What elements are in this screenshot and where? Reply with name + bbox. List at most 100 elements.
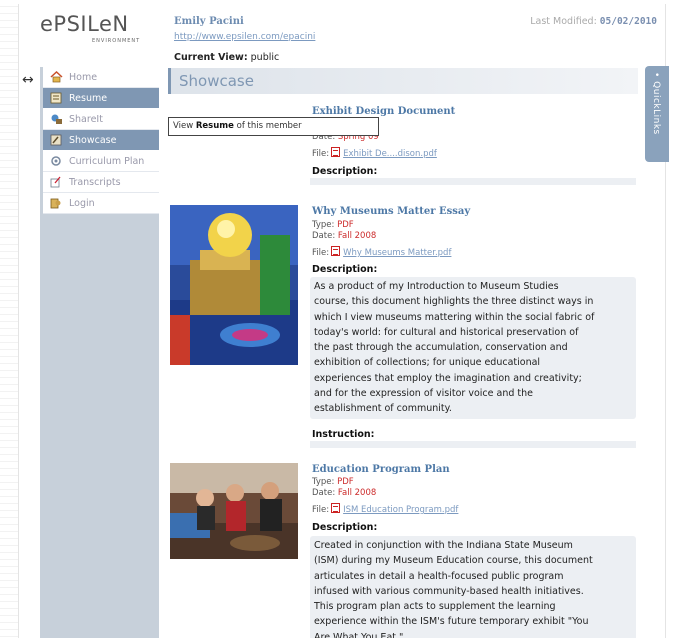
description-line: Are What You Eat." — [314, 631, 404, 638]
section-title: Showcase — [179, 72, 254, 90]
sidebar-item-label: Home — [69, 71, 98, 83]
sidebar-item-showcase[interactable]: Showcase — [43, 130, 159, 151]
file-label: File: — [312, 505, 330, 515]
tooltip-bold: Resume — [195, 121, 234, 131]
description-line: This program plan acts to supplement the… — [314, 601, 556, 613]
sidebar-item-resume[interactable]: Resume — [43, 88, 159, 109]
transcripts-icon — [49, 175, 63, 189]
sidebar-item-label: Curriculum Plan — [69, 155, 145, 167]
item-type: Type: PDF — [312, 477, 458, 488]
current-view-value: public — [250, 52, 280, 63]
logo-subtitle: ENVIRONMENT — [92, 38, 141, 44]
item-file: File: Why Museums Matter.pdf — [312, 246, 451, 259]
pdf-icon — [331, 246, 341, 256]
curriculum-icon — [49, 154, 63, 168]
description-line: which I view museums mattering within th… — [314, 311, 595, 323]
logo-wordmark: ePSILeN — [40, 12, 129, 36]
file-label: File: — [312, 248, 330, 258]
item-title-exhibit-design[interactable]: Exhibit Design Document — [312, 106, 455, 117]
description-line: today's world: for cultural and historic… — [314, 326, 579, 338]
date-value: Fall 2008 — [337, 231, 377, 241]
description-line: exhibition of collections; for unique ed… — [314, 357, 541, 369]
quicklinks-label: • QuickLinks — [651, 72, 661, 135]
sidebar-nav: Home Resume ShareIt Showcase Curriculum … — [43, 67, 159, 214]
item-title-why-museums[interactable]: Why Museums Matter Essay — [312, 206, 470, 217]
type-value: PDF — [337, 220, 354, 230]
type-label: Type: — [312, 220, 335, 230]
date-value: Fall 2008 — [337, 488, 377, 498]
date-label: Date: — [312, 488, 336, 498]
description-box-empty — [310, 178, 636, 185]
description-line: articulates in detail a health-focused p… — [314, 570, 564, 582]
sidebar-item-shareit[interactable]: ShareIt — [43, 109, 159, 130]
sidebar-item-label: Transcripts — [69, 176, 121, 188]
sidebar-item-transcripts[interactable]: Transcripts — [43, 172, 159, 193]
last-modified-label: Last Modified: — [530, 16, 597, 27]
sidebar-item-curriculum-plan[interactable]: Curriculum Plan — [43, 151, 159, 172]
showcase-icon — [49, 133, 63, 147]
resume-tooltip: View Resume of this member — [168, 117, 379, 136]
item-meta: Type: PDF Date: Fall 2008 File: ISM Educa… — [312, 477, 458, 516]
item-meta: Date: Spring 09 File: Exhibit De....dison… — [312, 132, 437, 160]
page: ePSILeN ENVIRONMENT Emily Pacini http://… — [0, 0, 675, 638]
last-modified-value: 05/02/2010 — [599, 16, 657, 27]
epsilen-logo[interactable]: ePSILeN ENVIRONMENT — [40, 12, 160, 46]
sidebar-item-label: Showcase — [69, 134, 117, 146]
last-modified: Last Modified: 05/02/2010 — [530, 16, 657, 27]
description-line: course, this document highlights the thr… — [314, 296, 594, 308]
current-view-label: Current View: — [174, 52, 248, 63]
sidebar-item-login[interactable]: Login — [43, 193, 159, 214]
description-line: establishment of community. — [314, 403, 452, 415]
current-view: Current View: public — [174, 52, 279, 63]
instruction-label: Instruction: — [312, 429, 375, 440]
sidebar-item-label: Resume — [69, 92, 108, 104]
file-link[interactable]: Exhibit De....dison.pdf — [343, 149, 437, 159]
description-label: Description: — [312, 264, 378, 275]
description-label: Description: — [312, 522, 378, 533]
description-line: experience within the ISM's future tempo… — [314, 616, 589, 628]
instruction-box-empty — [310, 441, 636, 448]
item-date: Date: Fall 2008 — [312, 231, 451, 242]
owner-name: Emily Pacini — [174, 16, 244, 27]
login-icon — [49, 196, 63, 210]
home-icon — [49, 70, 63, 84]
description-line: As a product of my Introduction to Museu… — [314, 281, 559, 292]
pdf-icon — [331, 147, 341, 157]
date-label: Date: — [312, 231, 336, 241]
owner-url-link[interactable]: http://www.epsilen.com/epacini — [174, 32, 315, 42]
description-line: the past through the accumulation, conse… — [314, 342, 568, 354]
item-meta: Type: PDF Date: Fall 2008 File: Why Museu… — [312, 220, 451, 259]
description-line: Created in conjunction with the Indiana … — [314, 540, 573, 551]
file-link[interactable]: Why Museums Matter.pdf — [343, 248, 451, 258]
item-file: File: ISM Education Program.pdf — [312, 503, 458, 516]
tooltip-suffix: of this member — [236, 121, 302, 131]
file-link[interactable]: ISM Education Program.pdf — [343, 505, 458, 515]
item-date: Date: Fall 2008 — [312, 488, 458, 499]
background-stripes — [0, 0, 18, 638]
type-label: Type: — [312, 477, 335, 487]
description-line: infused with various community-based hea… — [314, 585, 584, 597]
section-header: Showcase — [168, 68, 638, 94]
item-type: Type: PDF — [312, 220, 451, 231]
sidebar-item-home[interactable]: Home — [43, 67, 159, 88]
description-line: and for the expression of visitor voice … — [314, 388, 533, 400]
tooltip-prefix: View — [173, 121, 194, 131]
sidebar-item-label: Login — [69, 197, 95, 209]
description-text: As a product of my Introduction to Museu… — [310, 277, 636, 419]
type-value: PDF — [337, 477, 354, 487]
museum-exhibit-photo[interactable] — [170, 205, 298, 365]
education-program-photo[interactable] — [170, 463, 298, 559]
description-label: Description: — [312, 166, 378, 177]
file-label: File: — [312, 149, 330, 159]
pdf-icon — [331, 503, 341, 513]
share-icon — [49, 112, 63, 126]
item-title-education-program[interactable]: Education Program Plan — [312, 464, 450, 475]
collapse-arrows-icon[interactable]: ↔ — [22, 72, 34, 88]
item-file: File: Exhibit De....dison.pdf — [312, 147, 437, 160]
description-text: Created in conjunction with the Indiana … — [310, 536, 636, 638]
resume-icon — [49, 91, 63, 105]
quicklinks-tab[interactable]: • QuickLinks — [645, 66, 669, 162]
sidebar-item-label: ShareIt — [69, 113, 103, 125]
description-line: experiences that employ the imagination … — [314, 372, 582, 384]
description-line: (ISM) during my Museum Education course,… — [314, 555, 593, 567]
